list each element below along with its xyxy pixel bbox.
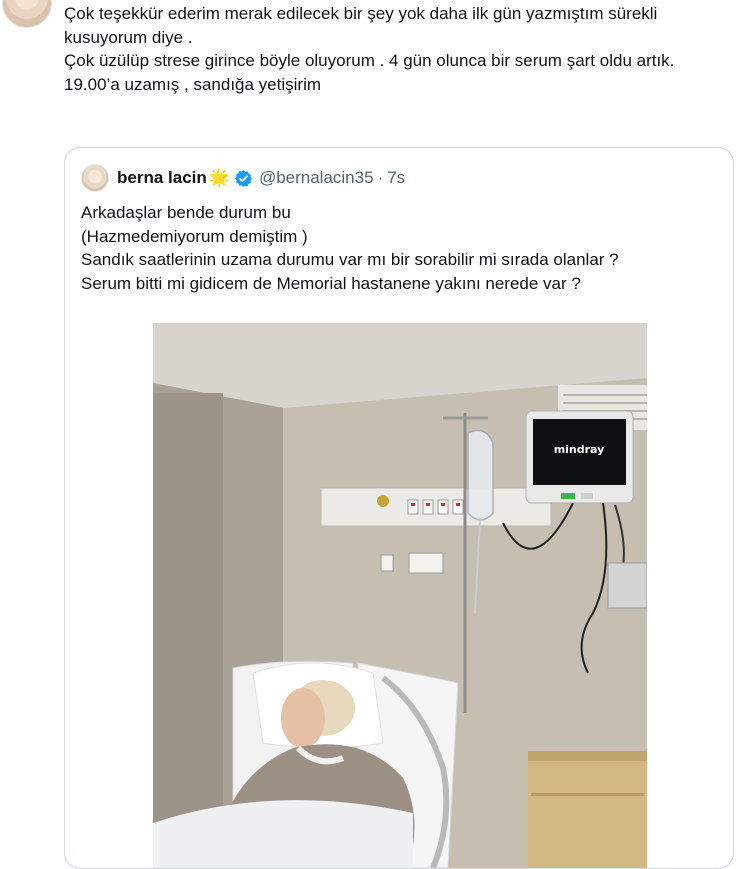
- quoted-tweet-photo[interactable]: mindray: [153, 323, 647, 868]
- verified-badge-icon: [234, 169, 253, 188]
- reply-line: Çok teşekkür ederim merak edilecek bir ş…: [64, 4, 658, 47]
- quoted-line: Serum bitti mi gidicem de Memorial hasta…: [81, 273, 581, 293]
- separator-dot: ·: [377, 168, 384, 187]
- reply-line: 19.00’a uzamış , sandığa yetişirim: [64, 74, 322, 94]
- quoted-tweet-header: berna lacin 🌟 @bernalacin35 · 7s: [81, 164, 405, 192]
- reply-line: Çok üzülüp strese girince böyle oluyorum…: [64, 51, 675, 70]
- quoted-line: (Hazmedemiyorum demiştim ): [81, 226, 308, 246]
- quoted-author-name[interactable]: berna lacin: [117, 168, 207, 188]
- quoted-line: Arkadaşlar bende durum bu: [81, 203, 291, 222]
- reply-author-avatar[interactable]: [2, 0, 52, 28]
- quoted-author-handle[interactable]: @bernalacin35: [259, 168, 374, 188]
- quoted-line: Sandık saatlerinin uzama durumu var mı b…: [81, 250, 619, 269]
- reply-text: Çok teşekkür ederim merak edilecek bir ş…: [64, 2, 734, 96]
- glowing-star-emoji-icon: 🌟: [208, 168, 230, 187]
- quoted-tweet-time[interactable]: 7s: [387, 168, 405, 188]
- quoted-tweet-text: Arkadaşlar bende durum bu (Hazmedemiyoru…: [81, 201, 721, 295]
- quoted-author-avatar[interactable]: [81, 164, 109, 192]
- monitor-brand-label: mindray: [554, 443, 605, 456]
- quoted-tweet-card[interactable]: berna lacin 🌟 @bernalacin35 · 7s Arkadaş…: [64, 147, 734, 869]
